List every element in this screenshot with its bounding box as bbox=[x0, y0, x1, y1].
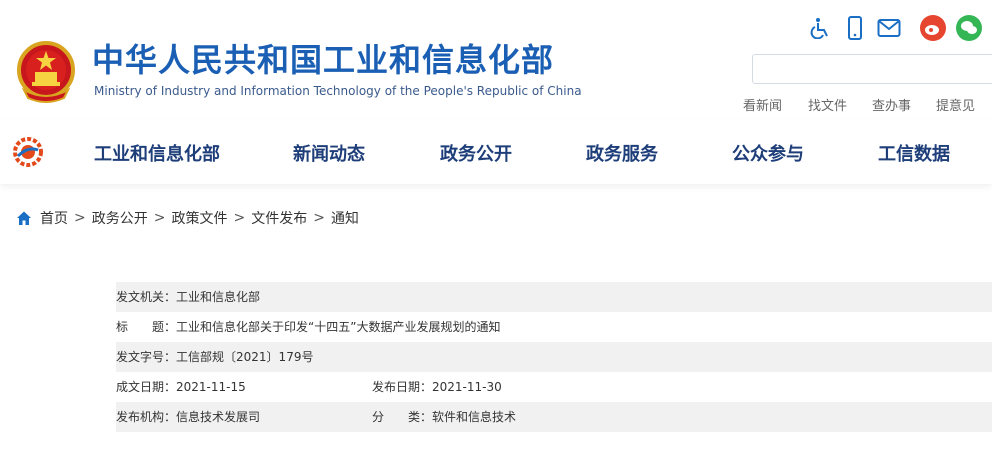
org-value: 信息技术发展司 bbox=[176, 410, 261, 424]
breadcrumb-separator: > bbox=[74, 210, 86, 226]
breadcrumb: 首页 > 政务公开 > 政策文件 > 文件发布 > 通知 bbox=[16, 208, 359, 228]
breadcrumb-notice[interactable]: 通知 bbox=[331, 208, 359, 228]
doc-no-label: 发文字号： bbox=[116, 350, 177, 364]
meta-row-doc-no: 发文字号：工信部规〔2021〕179号 bbox=[116, 342, 992, 372]
national-emblem-icon[interactable] bbox=[14, 40, 78, 104]
quick-link-services[interactable]: 查办事 bbox=[872, 95, 911, 114]
accessibility-icon[interactable] bbox=[808, 15, 834, 41]
meta-row-org: 发布机构：信息技术发展司 分 类：软件和信息技术 bbox=[116, 402, 992, 432]
title-value: 工业和信息化部关于印发“十四五”大数据产业发展规划的通知 bbox=[176, 320, 501, 334]
search-input[interactable] bbox=[752, 54, 992, 84]
site-subtitle: Ministry of Industry and Information Tec… bbox=[94, 84, 582, 98]
mobile-icon[interactable] bbox=[842, 15, 868, 41]
quick-link-feedback[interactable]: 提意见 bbox=[936, 95, 975, 114]
issuer-value: 工业和信息化部 bbox=[176, 290, 261, 304]
nav-item-public-participation[interactable]: 公众参与 bbox=[732, 140, 804, 166]
weibo-icon[interactable] bbox=[920, 15, 946, 41]
created-date-value: 2021-11-15 bbox=[176, 380, 246, 394]
org-field: 发布机构：信息技术发展司 bbox=[116, 402, 260, 432]
category-value: 软件和信息技术 bbox=[432, 410, 517, 424]
quick-link-news[interactable]: 看新闻 bbox=[743, 95, 782, 114]
document-metadata: 发文机关：工业和信息化部 标 题：工业和信息化部关于印发“十四五”大数据产业发展… bbox=[116, 282, 992, 432]
meta-row-issuer: 发文机关：工业和信息化部 bbox=[116, 282, 992, 312]
doc-no-field: 发文字号：工信部规〔2021〕179号 bbox=[116, 342, 313, 372]
published-date-label: 发布日期： bbox=[372, 380, 433, 394]
nav-item-news[interactable]: 新闻动态 bbox=[293, 140, 365, 166]
site-header: 中华人民共和国工业和信息化部 Ministry of Industry and … bbox=[0, 0, 992, 120]
main-nav: 工业和信息化部 新闻动态 政务公开 政务服务 公众参与 工信数据 bbox=[0, 120, 992, 184]
mail-icon[interactable] bbox=[876, 15, 902, 41]
doc-no-value: 工信部规〔2021〕179号 bbox=[176, 350, 314, 364]
org-label: 发布机构： bbox=[116, 410, 177, 424]
nav-item-ministry[interactable]: 工业和信息化部 bbox=[94, 140, 220, 166]
home-icon[interactable] bbox=[16, 210, 32, 226]
issuer-field: 发文机关：工业和信息化部 bbox=[116, 282, 260, 312]
nav-item-gov-affairs[interactable]: 政务公开 bbox=[440, 140, 512, 166]
site-title[interactable]: 中华人民共和国工业和信息化部 bbox=[92, 40, 554, 80]
breadcrumb-separator: > bbox=[233, 210, 246, 226]
breadcrumb-policy-docs[interactable]: 政策文件 bbox=[171, 208, 227, 228]
category-label: 分 类： bbox=[372, 410, 433, 424]
category-field: 分 类：软件和信息技术 bbox=[372, 402, 516, 432]
meta-row-title: 标 题：工业和信息化部关于印发“十四五”大数据产业发展规划的通知 bbox=[116, 312, 992, 342]
created-date-label: 成文日期： bbox=[116, 380, 177, 394]
breadcrumb-separator: > bbox=[153, 210, 166, 226]
published-date-value: 2021-11-30 bbox=[432, 380, 502, 394]
issuer-label: 发文机关： bbox=[116, 290, 177, 304]
breadcrumb-doc-release[interactable]: 文件发布 bbox=[251, 208, 307, 228]
nav-item-data[interactable]: 工信数据 bbox=[878, 140, 950, 166]
breadcrumb-home[interactable]: 首页 bbox=[40, 208, 68, 228]
title-label: 标 题： bbox=[116, 320, 177, 334]
breadcrumb-gov-affairs[interactable]: 政务公开 bbox=[92, 208, 148, 228]
meta-row-dates: 成文日期：2021-11-15 发布日期：2021-11-30 bbox=[116, 372, 992, 402]
breadcrumb-separator: > bbox=[313, 210, 325, 226]
title-field: 标 题：工业和信息化部关于印发“十四五”大数据产业发展规划的通知 bbox=[116, 312, 500, 342]
wechat-icon[interactable] bbox=[956, 15, 982, 41]
ministry-logo-icon[interactable] bbox=[12, 136, 44, 168]
quick-link-files[interactable]: 找文件 bbox=[808, 95, 847, 114]
created-date-field: 成文日期：2021-11-15 bbox=[116, 372, 246, 402]
nav-item-gov-services[interactable]: 政务服务 bbox=[586, 140, 658, 166]
published-date-field: 发布日期：2021-11-30 bbox=[372, 372, 502, 402]
